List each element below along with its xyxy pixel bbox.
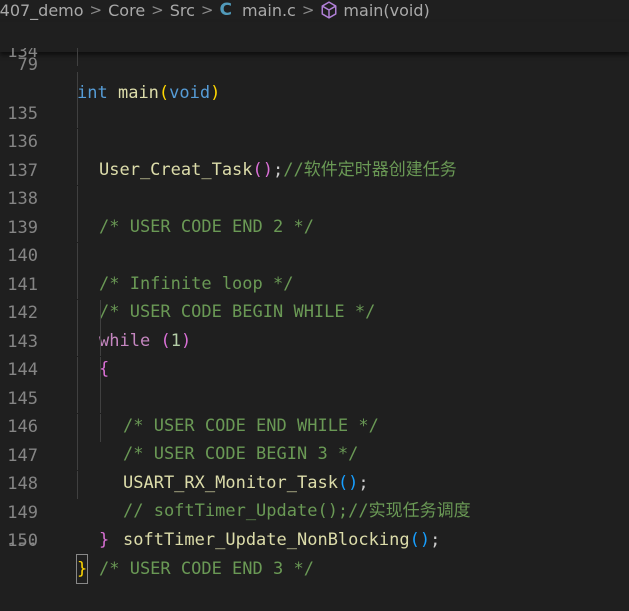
- code-line[interactable]: 147 softTimer_Update_NonBlocking();: [0, 414, 629, 550]
- code-line[interactable]: 151: [0, 528, 629, 545]
- c-file-icon: C: [219, 0, 232, 20]
- sticky-line[interactable]: 79 int main(void): [0, 23, 629, 103]
- code-line[interactable]: 141 while (1): [0, 243, 629, 351]
- breadcrumb-core[interactable]: Core: [108, 1, 145, 20]
- code-line[interactable]: 145 USART_RX_Monitor_Task();: [0, 357, 629, 493]
- chevron-right-icon: >: [89, 1, 103, 19]
- code-line[interactable]: 139 /* Infinite loop */: [0, 186, 629, 294]
- code-line[interactable]: 149 /* USER CODE END 3 */: [0, 471, 629, 579]
- code-line[interactable]: 144 /* USER CODE BEGIN 3 */: [0, 328, 629, 464]
- code-line[interactable]: 135 User_Creat_Task();//软件定时器创建任务: [0, 72, 629, 180]
- chevron-right-icon: >: [301, 1, 315, 19]
- code-line[interactable]: 143 /* USER CODE END WHILE */: [0, 300, 629, 436]
- line-number: 134: [7, 48, 38, 62]
- breadcrumb-src[interactable]: Src: [170, 1, 195, 20]
- code-line[interactable]: 136: [0, 100, 629, 152]
- code-line[interactable]: 142 {: [0, 271, 629, 379]
- breadcrumb-project[interactable]: f407_demo: [0, 1, 84, 20]
- chevron-right-icon: >: [200, 1, 214, 19]
- code-line[interactable]: 137 /* USER CODE END 2 */: [0, 129, 629, 237]
- code-line[interactable]: 150 }: [0, 499, 629, 584]
- breadcrumb-function[interactable]: main(void): [343, 1, 429, 20]
- breadcrumb-file[interactable]: main.c: [242, 1, 296, 20]
- method-cube-icon: [321, 1, 337, 19]
- code-comment: /* USER CODE END 3 */: [99, 559, 314, 579]
- code-line[interactable]: 148 }: [0, 442, 629, 550]
- code-line[interactable]: 140 /* USER CODE BEGIN WHILE */: [0, 214, 629, 322]
- code-line[interactable]: 134: [0, 48, 629, 66]
- code-line[interactable]: 138: [0, 157, 629, 209]
- matched-bracket: }: [75, 554, 89, 584]
- breadcrumb: f407_demo > Core > Src > C main.c > main…: [0, 0, 623, 20]
- code-line[interactable]: 146 // softTimer_Update();//实现任务调度: [0, 385, 629, 521]
- line-number: 151: [0, 536, 38, 545]
- chevron-right-icon: >: [151, 1, 164, 19]
